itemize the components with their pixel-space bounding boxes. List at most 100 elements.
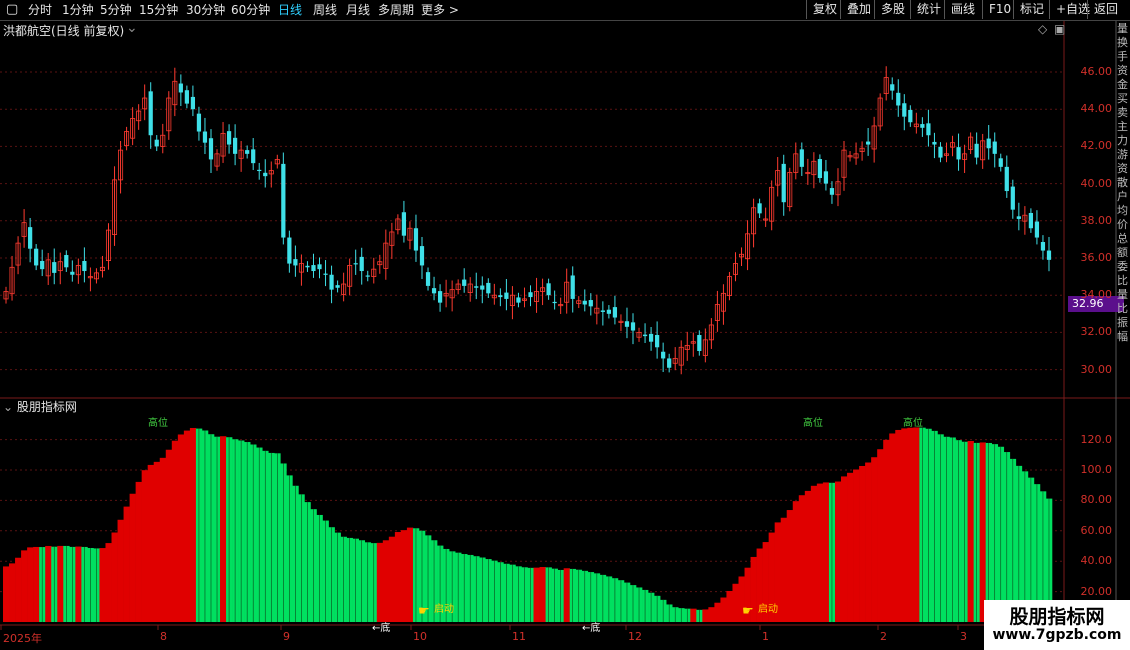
toolbar-button-3[interactable]: 统计 [910, 0, 947, 19]
toolbar-button-8[interactable]: 返回 [1087, 0, 1124, 19]
candle-body-down [287, 237, 292, 264]
candle-body-down [474, 286, 479, 288]
toolbar-button-0[interactable]: 复权 [806, 0, 843, 19]
candle-body-down [245, 150, 250, 154]
candle-body-down [926, 123, 931, 136]
indicator-bar [889, 433, 896, 622]
period-tab-5[interactable]: 60分钟 [231, 0, 270, 20]
candle-body-down [799, 149, 804, 167]
toolbar-button-1[interactable]: 叠加 [840, 0, 877, 19]
price-tick-label: 36.00 [1080, 251, 1113, 264]
indicator-bar [714, 602, 721, 622]
candle-body-down [582, 300, 587, 305]
candle-body-down [413, 228, 419, 251]
candle-body-down [938, 146, 943, 158]
time-tick-label: 1 [762, 630, 769, 643]
toolbar-button-6[interactable]: 标记 [1013, 0, 1050, 19]
candle-body-down [516, 297, 521, 303]
indicator-bar [220, 436, 227, 622]
title-dropdown-icon[interactable]: ⌄ [126, 20, 138, 36]
candle-body-down [612, 307, 618, 318]
candle-body-down [311, 265, 316, 272]
period-tab-8[interactable]: 月线 [346, 0, 370, 20]
candle-body-down [1028, 212, 1034, 229]
period-tab-9[interactable]: 多周期 [378, 0, 414, 20]
candle-body-down [184, 90, 189, 104]
period-tab-2[interactable]: 5分钟 [100, 0, 132, 20]
start-hand-icon: ☛ [418, 604, 430, 619]
indicator-tick-label: 100.0 [1080, 463, 1113, 476]
candle-body-down [630, 322, 636, 331]
period-toolbar: 分时 1分钟 5分钟 15分钟 30分钟 60分钟 日线 周线 月线 多周期 更多 > ▢ 复权 叠加 多股… [0, 0, 1130, 21]
chart-canvas [0, 21, 1130, 631]
candle-body-down [208, 138, 214, 160]
candle-body-down [757, 203, 762, 214]
indicator-bar [702, 609, 709, 622]
indicator-bar [853, 469, 860, 622]
candle-body-down [70, 271, 75, 275]
indicator-bar [708, 607, 715, 622]
indicator-bar [847, 472, 854, 622]
indicator-bar [979, 442, 986, 622]
candle-body-down [190, 96, 196, 110]
candle-body-down [866, 141, 871, 145]
period-tab-0[interactable]: 分时 [28, 0, 52, 20]
candle-body-down [829, 188, 835, 195]
indicator-bar [57, 545, 64, 622]
period-tab-4[interactable]: 30分钟 [186, 0, 225, 20]
candle-body-down [998, 158, 1003, 167]
candle-body-down [281, 163, 286, 238]
time-tick-label: 9 [283, 630, 290, 643]
time-tick-label: 2025年 [3, 632, 42, 645]
indicator-bar [21, 550, 28, 622]
candle-body-down [667, 358, 672, 368]
time-tick-label: 2 [880, 630, 887, 643]
price-tick-label: 46.00 [1080, 65, 1113, 78]
indicator-bar [400, 530, 408, 622]
indicator-tick-label: 20.00 [1080, 584, 1113, 598]
layout-square-icon[interactable]: ▢ [6, 0, 18, 20]
candle-body-down [498, 295, 503, 298]
toolbar-button-5[interactable]: F10 [982, 0, 1017, 19]
period-tab-3[interactable]: 15分钟 [139, 0, 178, 20]
candle-body-down [1016, 216, 1021, 219]
indicator-bar [865, 462, 872, 622]
indicator-bar [3, 566, 10, 622]
time-tick-label: 10 [413, 630, 427, 643]
period-tab-10[interactable]: 更多 > [421, 0, 459, 20]
collapse-icon[interactable]: ⌄ [3, 400, 13, 414]
candle-body-down [781, 163, 786, 203]
indicator-bar [117, 519, 124, 622]
candle-body-down [932, 141, 937, 145]
indicator-bar [171, 440, 179, 622]
window-toggle-icon[interactable]: ▣ [1054, 22, 1065, 36]
period-tab-7[interactable]: 周线 [313, 0, 337, 20]
diamond-icon[interactable]: ◇ [1038, 22, 1047, 36]
indicator-bar [859, 465, 866, 622]
indicator-bar [792, 501, 800, 622]
toolbar-button-4[interactable]: 画线 [944, 0, 981, 19]
start-label: 启动 [434, 604, 454, 615]
candle-body-down [293, 259, 298, 266]
indicator-bar [907, 427, 914, 622]
candle-body-down [504, 292, 509, 299]
candle-body-down [425, 272, 431, 286]
candle-body-down [365, 275, 370, 277]
indicator-bar [533, 567, 540, 622]
candle-body-down [1046, 250, 1052, 260]
period-tab-6[interactable]: 日线 [278, 0, 302, 20]
candle-body-down [52, 262, 57, 273]
indicator-bar [780, 517, 788, 622]
period-tab-1[interactable]: 1分钟 [62, 0, 94, 20]
time-tick-label: 3 [960, 630, 967, 643]
price-tick-label: 40.00 [1080, 176, 1113, 190]
indicator-tick-label: 120.0 [1080, 432, 1113, 446]
indicator-bar [913, 427, 920, 622]
candle-body-down [908, 109, 913, 123]
candle-body-down [546, 283, 551, 296]
indicator-tick-label: 80.00 [1080, 493, 1113, 507]
indicator-bar [105, 543, 112, 622]
candle-body-down [335, 285, 340, 288]
toolbar-button-2[interactable]: 多股 [874, 0, 911, 19]
candle-body-down [154, 139, 159, 147]
